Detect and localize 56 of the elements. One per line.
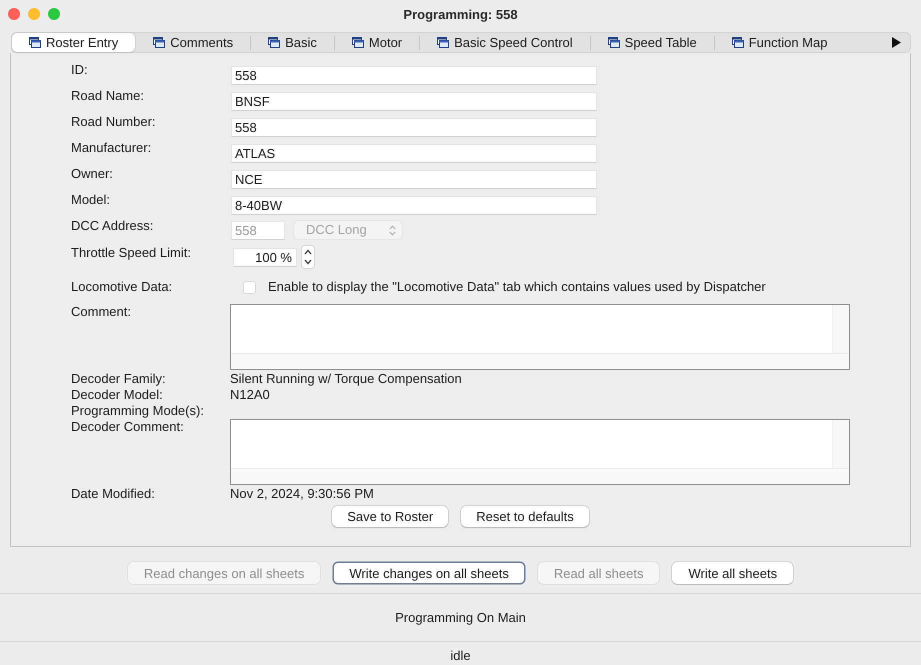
text-field[interactable]: 8-40BW xyxy=(231,196,597,215)
number-field[interactable]: 100 % xyxy=(233,248,297,267)
field-label: Road Number: xyxy=(71,113,157,130)
field-label: Date Modified: xyxy=(71,486,156,502)
field-label: ID: xyxy=(71,61,89,78)
window-icon xyxy=(153,37,166,48)
up-down-chevron-icon xyxy=(304,248,312,266)
text-field[interactable]: 558 xyxy=(231,118,597,137)
field-label: Model: xyxy=(71,191,112,208)
value-text: Nov 2, 2024, 9:30:56 PM xyxy=(230,486,374,502)
maximize-icon[interactable] xyxy=(48,8,60,20)
field-label: Owner: xyxy=(71,165,114,182)
field-label: Manufacturer: xyxy=(71,139,152,156)
tab[interactable]: Roster Entry xyxy=(12,33,136,52)
status-text: idle xyxy=(450,648,471,664)
value-text: Silent Running w/ Torque Compensation xyxy=(230,371,462,387)
text-field[interactable]: BNSF xyxy=(231,92,597,111)
window-icon xyxy=(732,37,744,48)
window-icon xyxy=(437,37,450,48)
text-field[interactable]: 558 xyxy=(231,66,597,85)
text-field[interactable]: ATLAS xyxy=(231,144,597,163)
window-icon xyxy=(608,37,620,48)
field-label: Comment: xyxy=(71,304,132,320)
text-field[interactable]: NCE xyxy=(231,170,597,189)
tab[interactable]: Speed Table xyxy=(590,33,714,52)
value-text: N12A0 xyxy=(230,387,270,403)
tab[interactable]: Comments xyxy=(136,33,250,52)
field-label: Throttle Speed Limit: xyxy=(71,244,192,261)
stepper-button[interactable] xyxy=(301,245,315,269)
field-label: Decoder Model: xyxy=(71,387,164,403)
tab[interactable]: Basic Speed Control xyxy=(420,33,590,52)
tab[interactable]: Motor xyxy=(334,33,420,52)
close-icon[interactable] xyxy=(8,8,20,20)
checkbox[interactable] xyxy=(243,281,256,294)
form-button[interactable]: Reset to defaults xyxy=(461,506,589,527)
window-icon xyxy=(352,37,364,48)
sheet-button[interactable]: Write all sheets xyxy=(672,562,794,584)
text-area[interactable] xyxy=(230,419,850,485)
field-label: DCC Address: xyxy=(71,217,154,234)
form-button[interactable]: Save to Roster xyxy=(332,506,448,527)
up-down-chevron-icon xyxy=(389,224,396,236)
field-label: Road Name: xyxy=(71,87,145,104)
window-title: Programming: 558 xyxy=(403,6,518,22)
field-label: Programming Mode(s): xyxy=(71,403,205,419)
sheet-button[interactable]: Write changes on all sheets xyxy=(333,562,525,584)
field-label: Locomotive Data: xyxy=(71,278,174,296)
programming-mode-text: Programming On Main xyxy=(395,610,526,625)
checkbox-label: Enable to display the "Locomotive Data" tab which contains values used by Dispatcher xyxy=(268,278,766,296)
window-icon xyxy=(29,37,41,48)
tab[interactable]: Function Map xyxy=(714,33,844,52)
window-icon xyxy=(268,37,280,48)
field-label: Decoder Comment: xyxy=(71,419,185,435)
tab[interactable]: Basic xyxy=(251,33,334,52)
field-label: Decoder Family: xyxy=(71,371,167,387)
text-area[interactable] xyxy=(230,304,850,370)
right-triangle-icon[interactable] xyxy=(892,37,901,48)
